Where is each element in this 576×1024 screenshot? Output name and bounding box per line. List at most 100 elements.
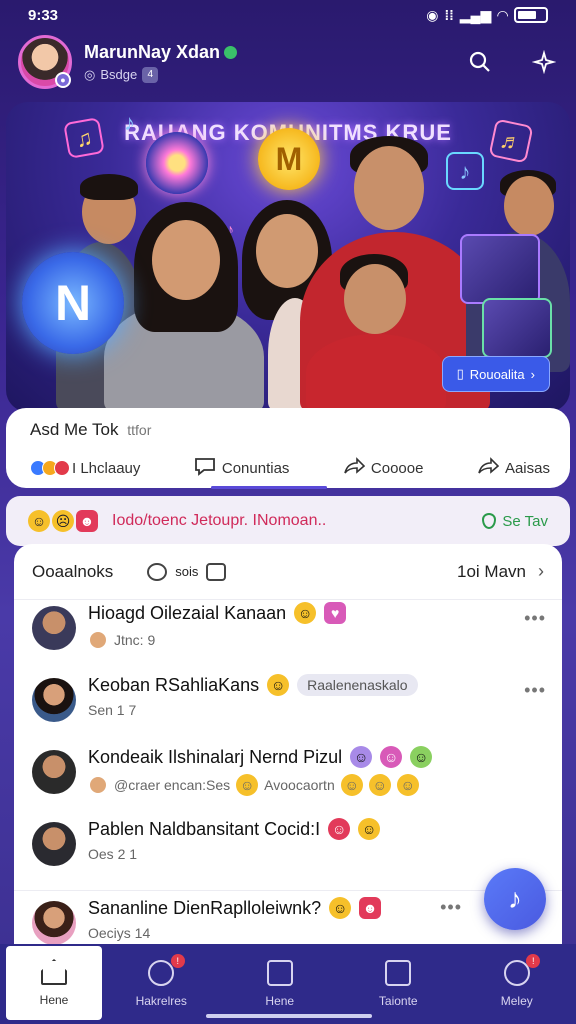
comments-header-label: Ooaalnoks — [32, 561, 114, 581]
nav-profile-label: Meley — [500, 994, 533, 1008]
comment-author-row: Pablen Naldbansitant Cocid:I ☺ ☺ — [88, 818, 381, 840]
list-item[interactable]: Pablen Naldbansitant Cocid:I ☺ ☺ Oes 2 1 — [14, 818, 562, 890]
comment-meta: Sen 1 7 — [88, 702, 137, 718]
sparkle-star-icon[interactable] — [530, 48, 558, 76]
comment-author: Kondeaik Ilshinalarj Nernd Pizul — [88, 746, 343, 767]
like-button[interactable]: I Lhclaauy — [30, 460, 140, 477]
comments-header-small: sois — [175, 564, 199, 579]
face-emoji-icon: ☺ — [380, 746, 403, 768]
share-arrow-icon — [343, 456, 366, 480]
more-options-icon[interactable]: ••• — [524, 680, 546, 701]
profile-name-row: MarunNay Xdan — [84, 41, 238, 63]
list-item[interactable]: Hioagd Oilezaial Kanaan ☺ ♥ Jtnc: 9 ••• — [14, 602, 562, 674]
reactions-icon — [30, 460, 70, 476]
list-item[interactable]: Keoban RSahliaKans ☺ Raalenenaskalo Sen … — [14, 674, 562, 746]
music-fab-button[interactable]: ♪ — [484, 868, 546, 930]
m-orb-icon: M — [258, 128, 320, 190]
nav-grid[interactable]: Hene — [221, 944, 340, 1024]
face-emoji-icon: ☺ — [329, 897, 352, 919]
avatar — [88, 775, 108, 795]
share-button[interactable]: Cooooe — [343, 456, 423, 480]
chevron-right-icon: › — [538, 561, 544, 581]
face-emoji-icon: ☺ — [410, 746, 433, 768]
banner-cta-label: Rouoalita — [469, 366, 525, 382]
active-tab-underline — [211, 486, 327, 489]
trend-emojis: ☺ ☹ ☻ — [28, 510, 98, 532]
avatar[interactable]: ● — [18, 35, 72, 89]
comment-meta-row: Oes 2 1 — [88, 846, 380, 862]
tag-chip[interactable]: Raalenenaskalo — [297, 674, 418, 696]
comment-icon — [194, 456, 216, 480]
group-icon — [148, 960, 175, 986]
nav-community[interactable]: ! Hakrelres — [102, 944, 221, 1024]
comment-meta: Jtnc: 9 — [114, 632, 156, 648]
post-actions: I Lhclaauy Conuntias Cooooe Aaisas — [30, 456, 550, 480]
face-emoji-icon: ☺ — [267, 674, 290, 696]
music-note-icon: ♫ — [63, 117, 105, 159]
n-orb-icon: N — [22, 252, 124, 354]
photo-card-icon — [482, 298, 552, 358]
profile-header: ● MarunNay Xdan ◎ Bsdge 4 — [18, 32, 558, 92]
avatar-badge-icon: ● — [55, 72, 71, 88]
comment-meta-secondary: Avoocaortn — [264, 777, 335, 793]
photo-card-icon — [460, 234, 540, 304]
profile-subtitle-row: ◎ Bsdge 4 — [84, 66, 237, 83]
trending-strip[interactable]: ☺ ☹ ☻ Iodo/toenc Jetoupr. INomoan.. Se T… — [6, 496, 570, 546]
profile-name: MarunNay Xdan — [84, 41, 221, 62]
more-options-icon[interactable]: ••• — [440, 897, 462, 918]
comment-meta-row: Sen 1 7 — [88, 702, 418, 718]
notification-badge-icon: ! — [526, 954, 541, 968]
location-icon: ◎ — [84, 66, 96, 82]
search-icon[interactable] — [466, 48, 494, 76]
face-emoji-icon: ☺ — [28, 510, 50, 532]
comment-meta-row: Oeciys 14 — [88, 925, 381, 941]
face-emoji-icon: ☺ — [368, 774, 391, 796]
nav-profile[interactable]: ! Meley — [458, 944, 576, 1024]
firework-orb-icon — [146, 132, 208, 194]
face-emoji-icon: ☺ — [340, 774, 363, 796]
nav-home[interactable]: Hene — [6, 946, 102, 1020]
comment-body: Pablen Naldbansitant Cocid:I ☺ ☺ Oes 2 1 — [88, 818, 381, 862]
more-options-icon[interactable]: ••• — [524, 608, 546, 629]
face-emoji-icon: ☺ — [328, 818, 351, 840]
sort-button[interactable]: 1oi Mavn › — [457, 561, 544, 582]
nav-grid-label: Hene — [265, 994, 295, 1008]
wifi-icon: ◠ — [497, 6, 508, 23]
header-actions — [466, 48, 558, 76]
status-time: 9:33 — [28, 6, 59, 24]
forward-arrow-icon — [477, 456, 500, 480]
doc-icon: ▯ — [456, 366, 464, 381]
comment-button[interactable]: Conuntias — [194, 456, 289, 480]
music-note-icon: ♪ — [446, 152, 484, 190]
verified-icon — [224, 45, 238, 59]
chevron-right-icon: › — [530, 366, 535, 382]
face-emoji-icon: ☹ — [52, 510, 74, 532]
post-card: Asd Me Tok ttfor I Lhclaauy Conuntias Co… — [6, 408, 570, 489]
comment-author: Pablen Naldbansitant Cocid:I — [88, 818, 321, 839]
nav-inbox[interactable]: Taionte — [339, 944, 458, 1024]
community-banner[interactable]: RAUANG KOMUNITMS KRUE ♫ M ♪ ♬ ♪ ♪ ♫ N — [6, 102, 570, 412]
nav-community-label: Hakrelres — [135, 994, 187, 1008]
banner-cta-button[interactable]: ▯ Rouoalita › — [441, 356, 550, 392]
face-emoji-icon: ☺ — [294, 602, 317, 624]
music-card-icon: ♬ — [488, 118, 534, 164]
post-title-meta: ttfor — [127, 422, 152, 438]
signal-icon: ▂▄▆ — [459, 6, 492, 23]
comment-meta: Oeciys 14 — [88, 925, 151, 941]
home-indicator — [206, 1014, 372, 1018]
list-item[interactable]: Kondeaik Ilshinalarj Nernd Pizul ☺ ☺ ☺ @… — [14, 746, 562, 818]
comment-body: Hioagd Oilezaial Kanaan ☺ ♥ Jtnc: 9 — [88, 602, 347, 650]
shield-icon — [482, 513, 497, 529]
nav-inbox-label: Taionte — [378, 994, 418, 1008]
post-title: Asd Me Tok — [30, 420, 119, 439]
bottom-nav: Hene ! Hakrelres Hene Taionte ! Meley — [0, 944, 576, 1024]
heart-emoji-icon: ♥ — [324, 602, 347, 624]
face-emoji-icon: ☺ — [236, 774, 259, 796]
chat-bubble-icon[interactable] — [147, 562, 168, 581]
trend-action[interactable]: Se Tav — [482, 513, 548, 530]
message-square-icon[interactable] — [206, 562, 227, 581]
forward-button[interactable]: Aaisas — [477, 456, 550, 480]
comment-author-row: Kondeaik Ilshinalarj Nernd Pizul ☺ ☺ ☺ — [88, 746, 433, 768]
avatar — [32, 606, 76, 650]
like-label: I Lhclaauy — [72, 459, 141, 477]
